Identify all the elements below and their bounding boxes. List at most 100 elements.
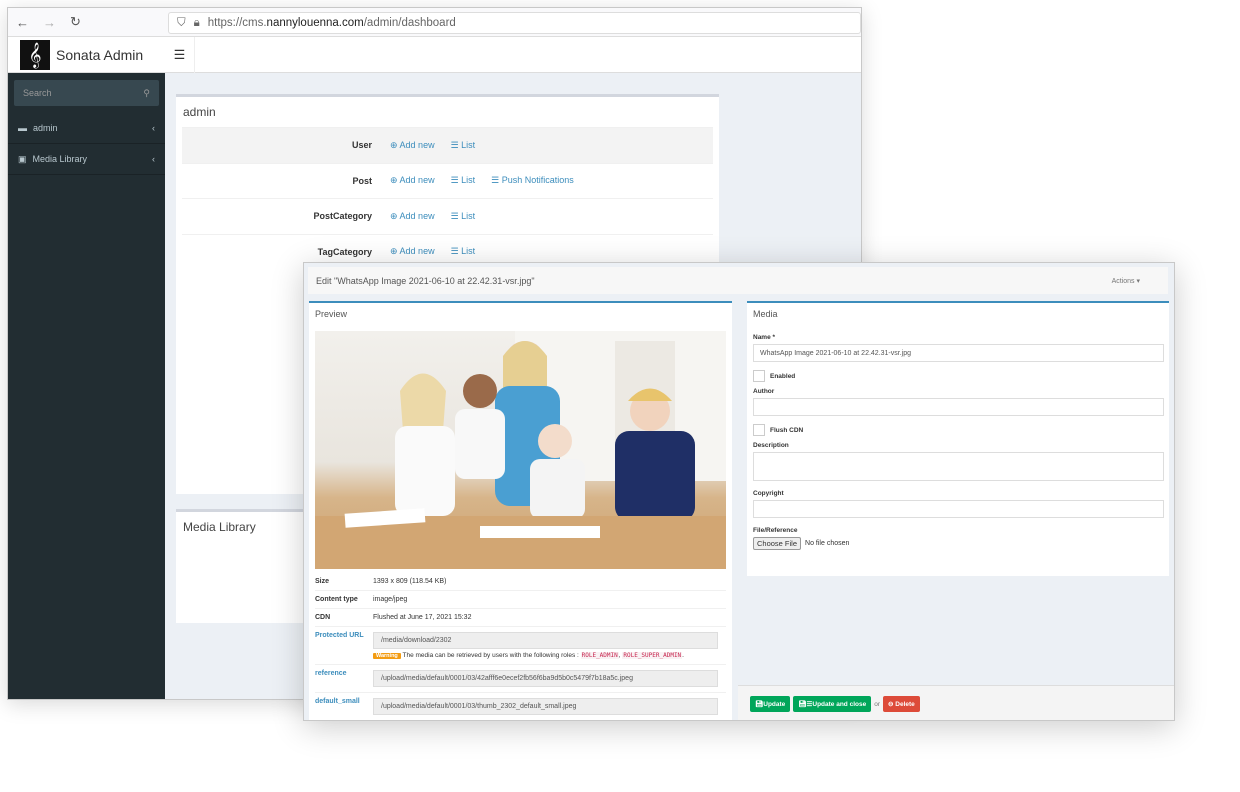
link-text: Add new [399, 139, 435, 150]
search-placeholder: Search [23, 88, 52, 98]
link-text: List [461, 210, 476, 221]
info-label: Size [315, 578, 330, 585]
actions-label: Actions [1111, 277, 1135, 285]
file-label: File/Reference [753, 527, 798, 534]
address-bar[interactable]: ⛉ 🔒︎ https://cms.nannylouenna.com/admin/d… [168, 12, 861, 34]
forward-icon[interactable]: → [43, 15, 56, 30]
checkbox-icon[interactable] [753, 424, 765, 436]
info-label: Protected URL [315, 632, 364, 639]
info-row-reference: reference/upload/media/default/0001/03/4… [315, 665, 726, 693]
reload-icon[interactable]: ↻ [70, 14, 81, 30]
sidebar: Search ⚲ ▬ admin ‹ ▣ Media Library ‹ [8, 73, 165, 699]
info-value: Flushed at June 17, 2021 15:32 [373, 614, 472, 621]
box-title: Preview [315, 309, 348, 319]
add-new-link[interactable]: ⊕ Add new [390, 140, 435, 151]
button-label: Update and close [812, 701, 867, 708]
info-value: image/jpeg [373, 596, 408, 603]
warning-message: Warning The media can be retrieved by us… [373, 652, 726, 659]
or-text: or [874, 700, 880, 708]
top-navbar: 𝄞 Sonata Admin ☰ [8, 37, 861, 73]
info-row-protected-url: Protected URL/media/download/2302 Warnin… [315, 627, 726, 665]
lock-icon: 🔒︎ [193, 16, 200, 29]
media-form-box: Media Name * WhatsApp Image 2021-06-10 a… [747, 301, 1169, 576]
sidebar-item-label: Media Library [32, 154, 88, 164]
image-icon: ▣ [18, 153, 27, 164]
checkbox-label: Flush CDN [770, 426, 804, 434]
author-input[interactable] [753, 398, 1164, 416]
info-value: 1393 x 809 (118.54 KB) [373, 578, 447, 585]
chevron-left-icon: ‹ [152, 154, 155, 164]
link-text: Push Notifications [501, 175, 574, 186]
file-input[interactable]: Choose File No file chosen [753, 537, 1163, 550]
link-text: Add new [399, 175, 435, 186]
add-new-link[interactable]: ⊕ Add new [390, 246, 435, 257]
copyright-label: Copyright [753, 490, 784, 497]
info-row-cdn: CDN Flushed at June 17, 2021 15:32 [315, 609, 726, 627]
sidebar-item-media-library[interactable]: ▣ Media Library ‹ [8, 144, 165, 175]
link-text: List [461, 246, 476, 257]
treble-clef-icon: 𝄞 [20, 40, 50, 70]
list-link[interactable]: ☰ List [451, 246, 476, 257]
url-path: /admin/dashboard [363, 17, 456, 29]
link-text: Add new [399, 246, 435, 257]
author-label: Author [753, 388, 775, 395]
add-new-link[interactable]: ⊕ Add new [390, 211, 435, 222]
checkbox-icon[interactable] [753, 370, 765, 382]
button-label: Delete [895, 701, 915, 708]
row-label: Post [352, 175, 372, 186]
name-input[interactable]: WhatsApp Image 2021-06-10 at 22.42.31-vs… [753, 344, 1164, 362]
browser-toolbar: ← → ↻ ⛉ 🔒︎ https://cms.nannylouenna.com/a… [8, 8, 861, 37]
reference-field[interactable]: /upload/media/default/0001/03/42afff6e0e… [373, 670, 718, 687]
actions-dropdown[interactable]: Actions ▾ [1112, 277, 1140, 285]
update-and-close-button[interactable]: 💾︎☰Update and close [793, 696, 872, 712]
default-small-field[interactable]: /upload/media/default/0001/03/thumb_2302… [373, 698, 718, 715]
sidebar-item-admin[interactable]: ▬ admin ‹ [8, 113, 165, 144]
box-title: Media [753, 309, 778, 319]
link-text: List [461, 139, 476, 150]
row-label: PostCategory [313, 211, 372, 222]
field-value: /media/download/2302 [381, 637, 452, 644]
info-row-content-type: Content type image/jpeg [315, 591, 726, 609]
list-link[interactable]: ☰ List [451, 140, 476, 151]
description-label: Description [753, 442, 789, 449]
copyright-input[interactable] [753, 500, 1164, 518]
protected-url-field[interactable]: /media/download/2302 [373, 632, 718, 649]
family-photo [315, 331, 726, 569]
description-textarea[interactable] [753, 452, 1164, 481]
role-code: ROLE_ADMIN [580, 652, 619, 659]
menu-toggle-icon[interactable]: ☰ [165, 37, 195, 73]
url-host: nannylouenna.com [266, 17, 364, 29]
back-icon[interactable]: ← [16, 15, 29, 30]
search-icon[interactable]: ⚲ [143, 88, 150, 99]
row-label: TagCategory [317, 246, 372, 257]
table-row: PostCategory ⊕ Add new ☰ List [182, 198, 713, 234]
info-label: Content type [315, 596, 358, 603]
warning-badge: Warning [373, 653, 401, 659]
push-notifications-link[interactable]: ☰ Push Notifications [491, 175, 574, 186]
form-actions: 💾︎Update 💾︎☰Update and close or ⊖ Delete [738, 685, 1174, 720]
update-button[interactable]: 💾︎Update [750, 696, 791, 712]
media-preview-image [315, 331, 726, 569]
field-value: /upload/media/default/0001/03/42afff6e0e… [381, 675, 633, 682]
row-label: User [351, 140, 372, 151]
choose-file-button[interactable]: Choose File [753, 537, 802, 550]
info-label: default_small [315, 698, 360, 705]
info-row-size: Size 1393 x 809 (118.54 KB) [315, 573, 726, 591]
add-new-link[interactable]: ⊕ Add new [390, 175, 435, 186]
button-label: Update [763, 701, 786, 708]
link-text: Add new [399, 210, 435, 221]
delete-button[interactable]: ⊖ Delete [883, 696, 920, 712]
search-input[interactable]: Search ⚲ [14, 80, 159, 106]
edit-header: Edit "WhatsApp Image 2021-06-10 at 22.42… [308, 267, 1168, 294]
app-title: Sonata Admin [56, 47, 144, 63]
info-label: reference [315, 670, 347, 677]
warning-text: The media can be retrieved by users with… [402, 652, 579, 659]
edit-media-window: Edit "WhatsApp Image 2021-06-10 at 22.42… [303, 262, 1175, 721]
list-link[interactable]: ☰ List [451, 175, 476, 186]
list-link[interactable]: ☰ List [451, 211, 476, 222]
preview-box: Preview Size 1393 x 809 (118.54 KB) Conte… [309, 301, 732, 720]
app-logo[interactable]: 𝄞 Sonata Admin [8, 37, 165, 73]
enabled-checkbox[interactable]: Enabled [753, 370, 1163, 382]
flush-cdn-checkbox[interactable]: Flush CDN [753, 424, 1163, 436]
media-info-table: Size 1393 x 809 (118.54 KB) Content type i… [315, 573, 726, 720]
